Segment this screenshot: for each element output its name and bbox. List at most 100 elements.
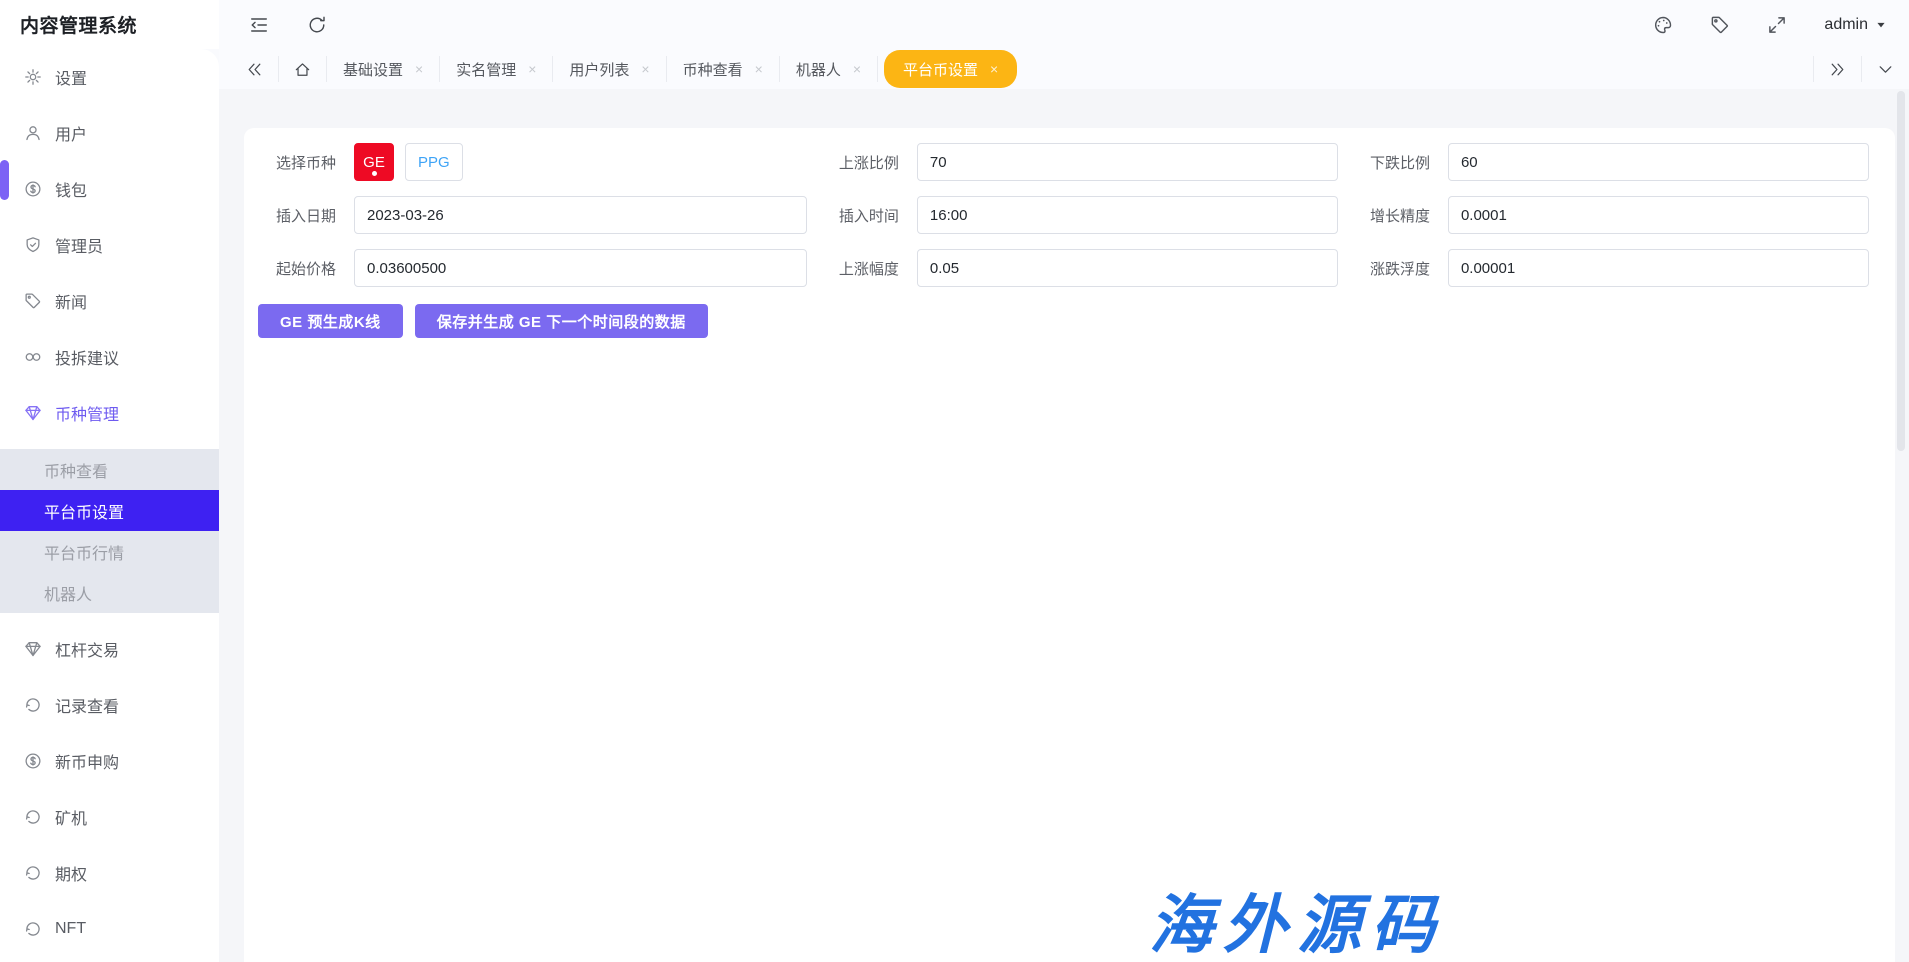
history-icon	[24, 920, 42, 938]
sidebar-item-3[interactable]: 钱包	[0, 169, 219, 209]
tab-4[interactable]: 币种查看 ×	[667, 56, 780, 82]
wallet-icon	[24, 752, 42, 770]
sidebar-subitem-2[interactable]: 平台币设置	[0, 490, 219, 531]
tabs-dropdown-button[interactable]	[1862, 56, 1909, 82]
user-menu[interactable]: admin	[1824, 16, 1887, 34]
field-label: 插入日期	[244, 205, 354, 226]
sidebar-item-label: 管理员	[55, 233, 103, 257]
field-input-3[interactable]	[354, 196, 807, 234]
home-icon	[294, 61, 311, 78]
tab-close-icon[interactable]: ×	[755, 62, 763, 76]
history-icon	[24, 696, 42, 714]
tag-button[interactable]	[1710, 15, 1730, 35]
field-input-1[interactable]	[917, 143, 1338, 181]
field-input-2[interactable]	[1448, 143, 1869, 181]
sidebar-item-5[interactable]: 新闻	[0, 281, 219, 321]
refresh-button[interactable]	[307, 15, 327, 35]
tab-label: 机器人	[796, 59, 841, 80]
shield-icon	[24, 236, 42, 254]
palette-icon	[1653, 15, 1673, 35]
page-scrollbar-thumb[interactable]	[1897, 91, 1905, 451]
top-header: 内容管理系统 admin	[0, 0, 1909, 49]
form-field-5: 增长精度	[1338, 196, 1869, 234]
caret-holder	[1875, 19, 1887, 31]
coin-options: GE PPG	[354, 143, 807, 181]
coin-option-ge[interactable]: GE	[354, 143, 394, 181]
form-field-1: 上涨比例	[807, 143, 1338, 181]
fullscreen-button[interactable]	[1767, 15, 1787, 35]
tab-2[interactable]: 实名管理 ×	[440, 56, 553, 82]
user-icon	[24, 124, 42, 142]
sidebar-scrollbar-thumb[interactable]	[0, 160, 9, 200]
sidebar-item-label: 设置	[55, 65, 87, 89]
field-label: 增长精度	[1338, 205, 1448, 226]
tab-close-icon[interactable]: ×	[990, 62, 998, 76]
history-icon	[24, 808, 42, 826]
sidebar-item-label: 杠杆交易	[55, 637, 119, 661]
brand: 内容管理系统	[0, 0, 219, 49]
field-label: 选择币种	[244, 152, 354, 173]
field-label: 起始价格	[244, 258, 354, 279]
tab-5[interactable]: 机器人 ×	[780, 56, 878, 82]
tab-label: 币种查看	[683, 59, 743, 80]
field-label: 下跌比例	[1338, 152, 1448, 173]
sidebar-subitem-1[interactable]: 币种查看	[0, 449, 219, 490]
sidebar-item-label: 记录查看	[55, 693, 119, 717]
sidebar-item-label: NFT	[55, 920, 86, 938]
header-right: admin	[1653, 15, 1909, 35]
field-input-7[interactable]	[917, 249, 1338, 287]
sidebar-item-11[interactable]: 矿机	[0, 797, 219, 837]
sidebar-item-2[interactable]: 用户	[0, 113, 219, 153]
field-label: 上涨比例	[807, 152, 917, 173]
sidebar-subitem-3[interactable]: 平台币行情	[0, 531, 219, 572]
coin-option-ppg[interactable]: PPG	[405, 143, 463, 181]
sidebar-subitem-4[interactable]: 机器人	[0, 572, 219, 613]
sidebar-subitem-label: 平台币设置	[44, 499, 124, 523]
collapse-left-icon	[246, 61, 263, 78]
menu-fold-button[interactable]	[249, 15, 269, 35]
sidebar-item-10[interactable]: 新币申购	[0, 741, 219, 781]
form-field-2: 下跌比例	[1338, 143, 1869, 181]
wallet-icon	[24, 180, 42, 198]
field-input-5[interactable]	[1448, 196, 1869, 234]
sidebar-item-label: 投拆建议	[55, 345, 119, 369]
tab-1[interactable]: 基础设置×	[327, 56, 440, 82]
tag-icon	[1710, 15, 1730, 35]
tabs-collapse-button[interactable]	[231, 56, 279, 82]
tab-label: 实名管理	[456, 59, 516, 80]
body-split: 设置用户钱包管理员新闻投拆建议币种管理币种查看平台币设置平台币行情机器人杠杆交易…	[0, 49, 1909, 962]
field-input-8[interactable]	[1448, 249, 1869, 287]
save-generate-next-button[interactable]: 保存并生成 GE 下一个时间段的数据	[415, 304, 708, 338]
tabstrip-right	[1813, 56, 1909, 82]
history-icon	[24, 864, 42, 882]
tab-close-icon[interactable]: ×	[641, 62, 649, 76]
sidebar-item-label: 新币申购	[55, 749, 119, 773]
tab-close-icon[interactable]: ×	[528, 62, 536, 76]
tab-3[interactable]: 用户列表×	[553, 56, 666, 82]
tab-close-icon[interactable]: ×	[415, 62, 423, 76]
sidebar-item-7[interactable]: 币种管理	[0, 393, 219, 433]
field-input-4[interactable]	[917, 196, 1338, 234]
field-input-6[interactable]	[354, 249, 807, 287]
sidebar: 设置用户钱包管理员新闻投拆建议币种管理币种查看平台币设置平台币行情机器人杠杆交易…	[0, 49, 219, 962]
sidebar-item-8[interactable]: 杠杆交易	[0, 629, 219, 669]
tab-close-icon[interactable]: ×	[853, 62, 861, 76]
coin-option-label: PPG	[418, 154, 450, 171]
tabs-overflow-button[interactable]	[1813, 56, 1862, 82]
gem-icon	[24, 404, 42, 422]
sidebar-item-9[interactable]: 记录查看	[0, 685, 219, 725]
sidebar-item-13[interactable]: NFT	[0, 909, 219, 949]
sidebar-item-label: 期权	[55, 861, 87, 885]
home-tab-button[interactable]	[279, 56, 327, 82]
sidebar-item-1[interactable]: 设置	[0, 57, 219, 97]
palette-button[interactable]	[1653, 15, 1673, 35]
refresh-icon	[307, 15, 327, 35]
actions-row: GE 预生成K线保存并生成 GE 下一个时间段的数据	[258, 304, 1869, 338]
tab-label: 平台币设置	[903, 59, 978, 80]
tab-6[interactable]: 平台币设置 ×	[884, 50, 1017, 88]
pregenerate-kline-button[interactable]: GE 预生成K线	[258, 304, 403, 338]
gear-icon	[24, 68, 42, 86]
sidebar-item-4[interactable]: 管理员	[0, 225, 219, 265]
sidebar-item-12[interactable]: 期权	[0, 853, 219, 893]
sidebar-item-6[interactable]: 投拆建议	[0, 337, 219, 377]
